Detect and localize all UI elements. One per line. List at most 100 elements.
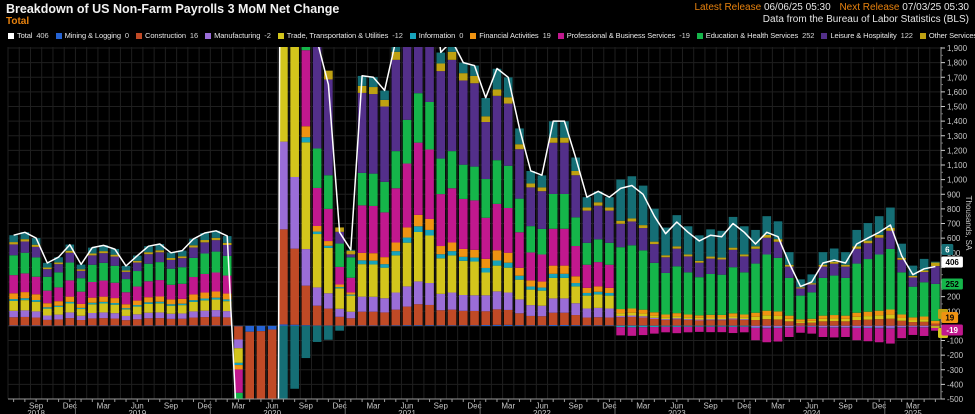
bar-segment[interactable] (302, 43, 311, 50)
bar-segment[interactable] (9, 311, 18, 317)
bar-segment[interactable] (459, 165, 468, 199)
bar-segment[interactable] (88, 313, 97, 318)
bar-segment[interactable] (470, 325, 479, 326)
bar-segment[interactable] (189, 318, 198, 326)
bar-segment[interactable] (594, 292, 603, 295)
bar-segment[interactable] (54, 306, 63, 307)
bar-segment[interactable] (144, 252, 153, 254)
bar-segment[interactable] (189, 277, 198, 294)
bar-segment[interactable] (639, 225, 648, 228)
bar-segment[interactable] (32, 318, 41, 326)
bar-segment[interactable] (200, 300, 209, 310)
bar-segment[interactable] (807, 284, 816, 292)
bar-segment[interactable] (661, 314, 670, 317)
bar-segment[interactable] (414, 143, 423, 215)
bar-segment[interactable] (538, 325, 547, 326)
bar-segment[interactable] (852, 313, 861, 317)
bar-segment[interactable] (864, 316, 873, 320)
payrolls-stacked-chart[interactable]: 1,9001,8001,7001,6001,5001,4001,3001,200… (0, 43, 975, 414)
bar-segment[interactable] (560, 143, 569, 194)
bar-segment[interactable] (616, 309, 625, 313)
bar-segment[interactable] (414, 232, 423, 281)
legend-item-education-health-services[interactable]: Education & Health Services252 (697, 31, 815, 40)
bar-segment[interactable] (886, 249, 895, 310)
bar-segment[interactable] (9, 301, 18, 311)
bar-segment[interactable] (347, 295, 356, 296)
bar-segment[interactable] (66, 280, 75, 296)
bar-segment[interactable] (909, 320, 918, 322)
bar-segment[interactable] (99, 303, 108, 312)
bar-segment[interactable] (88, 304, 97, 313)
bar-segment[interactable] (133, 305, 142, 306)
bar-segment[interactable] (43, 291, 52, 304)
bar-segment[interactable] (459, 311, 468, 325)
bar-segment[interactable] (122, 304, 131, 308)
bar-segment[interactable] (819, 316, 828, 319)
bar-segment[interactable] (369, 253, 378, 260)
bar-segment[interactable] (279, 142, 288, 230)
bar-segment[interactable] (459, 257, 468, 261)
bar-segment[interactable] (335, 267, 344, 285)
bar-segment[interactable] (425, 102, 434, 150)
bar-segment[interactable] (335, 309, 344, 317)
bar-segment[interactable] (583, 211, 592, 243)
bar-segment[interactable] (88, 253, 97, 255)
bar-segment[interactable] (77, 316, 86, 320)
bar-segment[interactable] (740, 320, 749, 326)
bar-segment[interactable] (425, 305, 434, 325)
bar-segment[interactable] (684, 317, 693, 319)
bar-segment[interactable] (459, 325, 468, 326)
bar-segment[interactable] (66, 263, 75, 281)
bar-segment[interactable] (470, 83, 479, 166)
bar-segment[interactable] (717, 320, 726, 325)
bar-segment[interactable] (852, 249, 861, 264)
bar-segment[interactable] (448, 310, 457, 326)
bar-segment[interactable] (695, 277, 704, 315)
bar-segment[interactable] (538, 187, 547, 191)
bar-segment[interactable] (43, 315, 52, 319)
bar-segment[interactable] (616, 326, 625, 327)
bar-segment[interactable] (178, 284, 187, 299)
bar-segment[interactable] (751, 313, 760, 317)
bar-segment[interactable] (77, 265, 86, 270)
bar-segment[interactable] (661, 317, 670, 319)
bar-segment[interactable] (155, 262, 164, 280)
bar-segment[interactable] (639, 250, 648, 309)
bar-segment[interactable] (897, 326, 906, 327)
bar-segment[interactable] (639, 228, 648, 250)
bar-segment[interactable] (54, 262, 63, 264)
bar-segment[interactable] (684, 256, 693, 272)
bar-segment[interactable] (560, 325, 569, 326)
bar-segment[interactable] (796, 296, 805, 320)
bar-segment[interactable] (448, 151, 457, 188)
legend-item-total[interactable]: Total406 (8, 31, 49, 40)
bar-segment[interactable] (549, 143, 558, 194)
bar-segment[interactable] (391, 255, 400, 292)
bar-segment[interactable] (200, 242, 209, 253)
stacked-bars[interactable] (9, 43, 939, 414)
bar-segment[interactable] (234, 326, 243, 339)
bar-segment[interactable] (290, 249, 299, 325)
bar-segment[interactable] (931, 321, 940, 324)
bar-segment[interactable] (403, 164, 412, 228)
bar-segment[interactable] (628, 218, 637, 221)
bar-segment[interactable] (324, 326, 333, 340)
bar-segment[interactable] (628, 326, 637, 327)
bar-segment[interactable] (66, 297, 75, 302)
bar-segment[interactable] (369, 94, 378, 174)
bar-segment[interactable] (200, 299, 209, 301)
bar-segment[interactable] (740, 319, 749, 320)
bar-segment[interactable] (571, 217, 580, 246)
bar-segment[interactable] (223, 311, 232, 317)
bar-segment[interactable] (32, 247, 41, 258)
bar-segment[interactable] (358, 264, 367, 296)
bar-segment[interactable] (538, 282, 547, 288)
bar-segment[interactable] (774, 258, 783, 312)
bar-segment[interactable] (9, 242, 18, 244)
bar-segment[interactable] (279, 324, 288, 325)
bar-segment[interactable] (380, 268, 389, 299)
bar-segment[interactable] (594, 206, 603, 240)
bar-segment[interactable] (807, 292, 816, 318)
bar-segment[interactable] (77, 271, 86, 278)
bar-segment[interactable] (313, 226, 322, 232)
